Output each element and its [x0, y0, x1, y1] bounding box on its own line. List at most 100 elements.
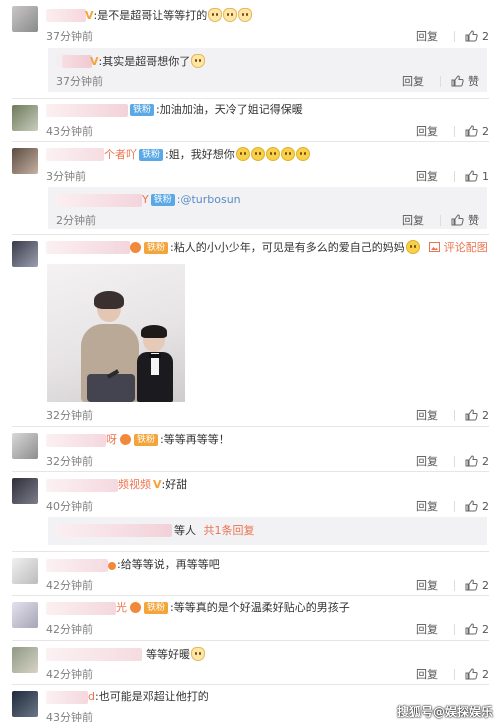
fan-badge[interactable]: 铁粉 [139, 149, 164, 161]
comment-actions: 回复 2 [416, 28, 489, 44]
like-button[interactable]: 赞 [451, 212, 479, 228]
username-blurred[interactable] [46, 479, 118, 492]
divider [440, 75, 441, 87]
fan-badge[interactable]: 铁粉 [130, 104, 155, 116]
comment-text: 等等好暖 [146, 647, 205, 662]
comment-actions: 回复 2 [416, 577, 489, 593]
like-count: 2 [482, 454, 489, 468]
like-button[interactable]: 赞 [451, 73, 479, 89]
username-blurred[interactable] [46, 691, 88, 704]
username-suffix[interactable]: 呀 [106, 433, 117, 446]
reply-button[interactable]: 回复 [416, 123, 438, 139]
avatar[interactable] [12, 691, 38, 717]
fan-heart-icon [130, 602, 141, 613]
divider [454, 170, 455, 182]
emoji-icon [265, 147, 280, 161]
reply-button[interactable]: 回复 [402, 212, 424, 228]
like-button[interactable]: 2 [465, 409, 489, 422]
username-blurred[interactable] [46, 104, 128, 117]
username-suffix[interactable]: 光 [116, 601, 127, 614]
like-button[interactable]: 2 [465, 579, 489, 592]
reply-button[interactable]: 回复 [416, 168, 438, 184]
timestamp: 40分钟前 [46, 500, 93, 513]
reply-button[interactable]: 回复 [416, 498, 438, 514]
bowtie [149, 354, 161, 358]
mention-link[interactable]: :@turbosun [177, 193, 241, 206]
avatar[interactable] [12, 241, 38, 267]
avatar[interactable] [12, 433, 38, 459]
fan-badge[interactable]: 铁粉 [144, 602, 169, 614]
username-blurred[interactable] [46, 559, 108, 572]
username-blurred[interactable] [46, 602, 116, 615]
username-blurred[interactable] [46, 9, 86, 22]
username-blurred[interactable] [62, 55, 92, 68]
fan-badge[interactable]: 铁粉 [134, 434, 159, 446]
username-blurred[interactable] [56, 194, 142, 207]
fan-badge[interactable]: 铁粉 [144, 242, 169, 254]
timestamp: 42分钟前 [46, 668, 93, 681]
avatar[interactable] [12, 148, 38, 174]
like-button[interactable]: 2 [465, 30, 489, 43]
watermark: 搜狐号@娱探娱乐 [396, 705, 493, 719]
emoji-icon [191, 647, 205, 661]
like-button[interactable]: 1 [465, 170, 489, 183]
username-blurred[interactable] [46, 648, 142, 661]
thumb-up-icon [465, 500, 478, 512]
reply-button[interactable]: 回复 [416, 577, 438, 593]
like-button[interactable]: 2 [465, 455, 489, 468]
comment-item: 铁粉:加油加油，天冷了姐记得保暖 43分钟前 回复 2 [0, 99, 499, 143]
like-button[interactable]: 2 [465, 125, 489, 138]
reply-button[interactable]: 回复 [416, 407, 438, 423]
divider [454, 30, 455, 42]
fan-heart-icon [108, 562, 116, 570]
username-blurred[interactable] [56, 524, 172, 537]
comment-text: :给等等说，再等等吧 [108, 558, 220, 572]
like-count: 2 [482, 499, 489, 513]
divider [454, 579, 455, 591]
reply-button[interactable]: 回复 [416, 621, 438, 637]
timestamp: 2分钟前 [56, 214, 96, 227]
divider [440, 214, 441, 226]
reply-button[interactable]: 回复 [416, 453, 438, 469]
fan-badge[interactable]: 铁粉 [150, 194, 175, 206]
username-blurred[interactable] [46, 241, 130, 254]
avatar[interactable] [12, 105, 38, 131]
avatar[interactable] [12, 602, 38, 628]
username-suffix[interactable]: d [88, 690, 95, 703]
username-suffix[interactable]: 频视频 [118, 478, 151, 491]
username-suffix[interactable]: Y [142, 193, 149, 206]
more-replies-link[interactable]: 共1条回复 [204, 524, 255, 537]
avatar[interactable] [12, 558, 38, 584]
reply-button[interactable]: 回复 [402, 73, 424, 89]
reply-box: Y 铁粉:@turbosun 2分钟前 回复 赞 [48, 187, 487, 229]
username-suffix[interactable]: V [90, 55, 99, 68]
comment-photo[interactable] [47, 264, 185, 402]
avatar[interactable] [12, 6, 38, 32]
thumb-up-icon [451, 75, 464, 87]
avatar[interactable] [12, 647, 38, 673]
emoji-icon [250, 147, 265, 161]
emoji-icon [208, 8, 223, 22]
thumb-up-icon [451, 214, 464, 226]
username-suffix[interactable]: 个者吖 [104, 148, 137, 161]
like-button[interactable]: 2 [465, 500, 489, 513]
like-button[interactable]: 2 [465, 668, 489, 681]
reply-button[interactable]: 回复 [416, 28, 438, 44]
comment-image-link[interactable]: 评论配图 [429, 241, 488, 254]
like-button[interactable]: 2 [465, 623, 489, 636]
username-suffix[interactable]: V [85, 9, 94, 22]
comment-item: 频视频 V:好甜 40分钟前 回复 2 [0, 472, 499, 516]
thumb-up-icon [465, 409, 478, 421]
fan-heart-icon [130, 242, 141, 253]
username-blurred[interactable] [46, 148, 104, 161]
reply-button[interactable]: 回复 [416, 666, 438, 682]
avatar[interactable] [12, 478, 38, 504]
timestamp: 32分钟前 [46, 455, 93, 468]
photo-figure [87, 374, 135, 402]
reply-text: Y 铁粉:@turbosun [142, 193, 241, 207]
username-blurred[interactable] [46, 434, 106, 447]
emoji-icon [191, 54, 206, 68]
comment-text: 铁粉:加油加油，天冷了姐记得保暖 [128, 103, 303, 117]
fan-heart-icon [120, 434, 131, 445]
like-count: 1 [482, 169, 489, 183]
